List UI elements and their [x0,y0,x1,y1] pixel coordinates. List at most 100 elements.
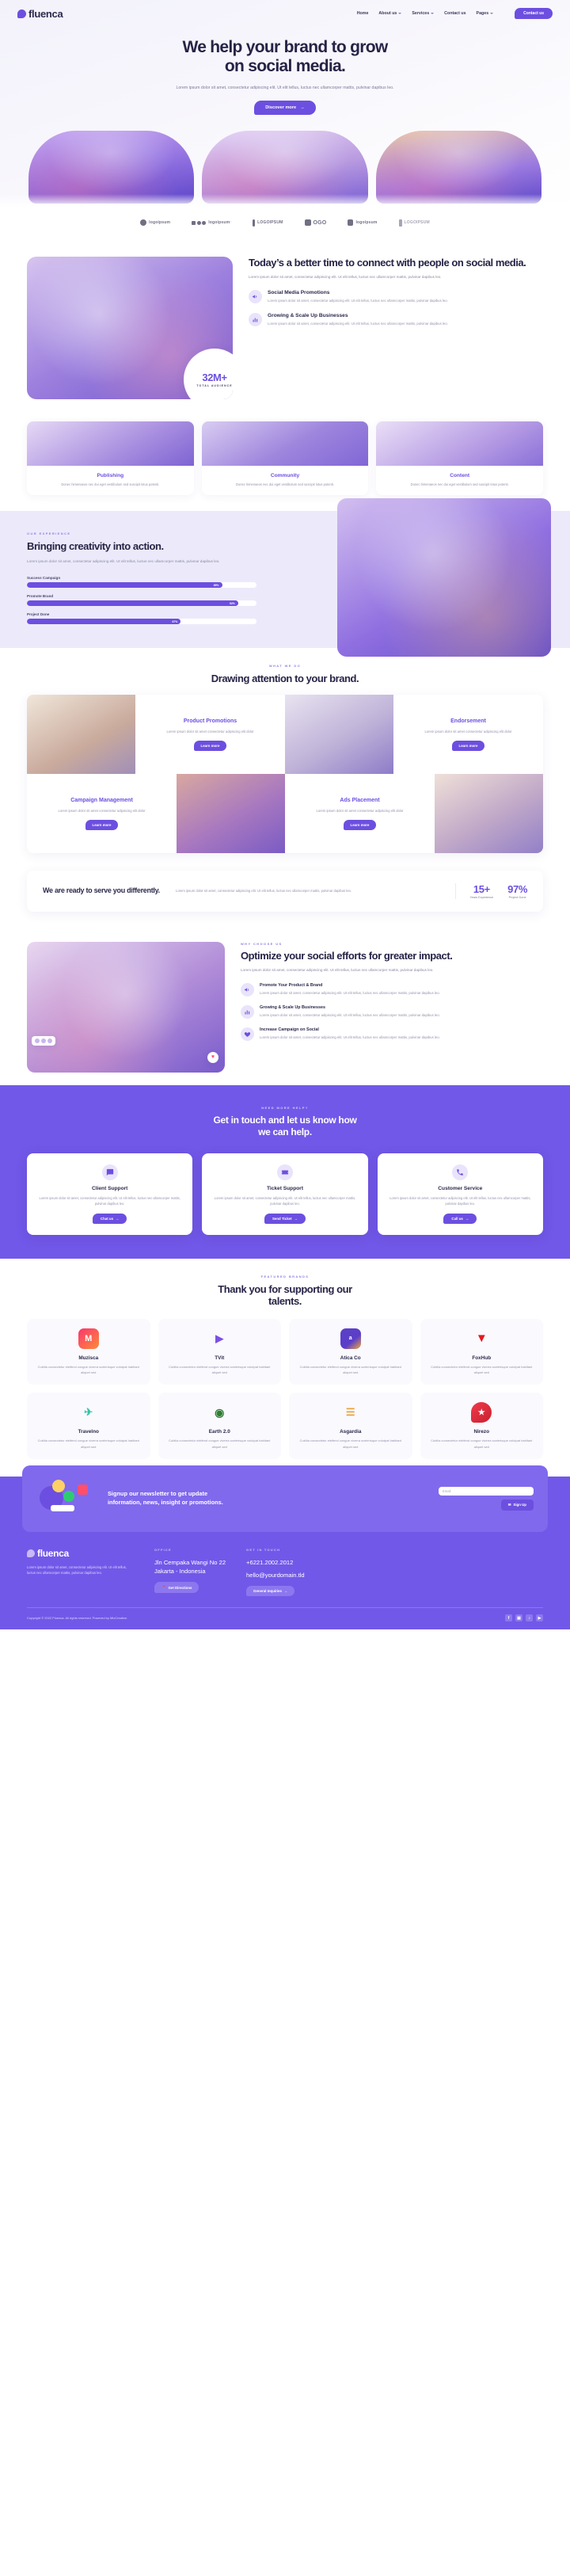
stat-years-experience: 15+ Years Experience [470,883,494,899]
newsletter-email-input[interactable]: Email [439,1486,534,1496]
phone-icon [452,1164,469,1181]
avatar [41,1038,46,1043]
asgardia-logo-icon: ☰ [345,1406,355,1419]
landing-page: fluenca Home About us Services Contact u… [0,0,570,1630]
service-card-content[interactable]: Content Donec himenaeos nec dui eget ves… [376,421,544,496]
learn-more-button[interactable]: Learn more [193,741,227,752]
nav-links: Home About us Services Contact us Pages … [357,8,553,19]
chat-us-button[interactable]: Chat us → [92,1213,127,1224]
featured-eyebrow: FEATURED BRANDS [260,1274,310,1278]
learn-more-button[interactable]: Learn more [343,820,377,831]
hero-section: fluenca Home About us Services Contact u… [0,0,570,211]
client-logo-5: logoipsum [348,219,377,227]
nav-contact-button[interactable]: Contact us [515,8,553,19]
brand-card-travelno[interactable]: ✈ Travelno Cubilia consectetur eleifend … [27,1393,150,1459]
client-logo-label: logoipsum· [208,220,232,226]
learn-more-button[interactable]: Learn more [85,820,119,831]
mail-icon: ✉ [507,1502,511,1507]
bar-chart-icon [241,1004,254,1019]
brand-name: Asgardia [340,1429,362,1435]
nav-item-about-us[interactable]: About us [378,11,402,16]
footer-columns: fluenca Lorem ipsum dolor sit amet, cons… [0,1543,570,1597]
button-label: Sign Up [513,1503,526,1507]
button-label: Send Ticket [272,1216,292,1221]
featured-header: FEATURED BRANDS Thank you for supporting… [0,1259,570,1308]
fan-icon [398,219,402,227]
brand-card-nirezo[interactable]: ★ Nirezo Cubilia consectetur eleifend co… [420,1393,543,1459]
feature-title: Growing & Scale Up Businesses [260,1004,325,1010]
facebook-icon[interactable]: f [505,1614,512,1622]
nav-item-services[interactable]: Services [412,11,435,16]
why-feature-3: Increase Campaign on Social Lorem ipsum … [241,1027,543,1041]
hero-title-line1: We help your brand to grow [182,38,388,56]
bar-label: Promote Brand [27,594,54,599]
tvit-logo-icon: ▶ [215,1332,224,1344]
footer-logo[interactable]: fluenca [27,1548,134,1559]
get-directions-button[interactable]: 📍 Get Directions [154,1582,200,1594]
location-pin-icon: 📍 [162,1585,166,1590]
arrow-right-icon: → [300,105,305,110]
arrow-right-icon: → [465,1216,469,1221]
brand-card-tvit[interactable]: ▶ TVit Cubilia consectetur eleifend cong… [158,1318,281,1385]
service-card-community[interactable]: Community Donec himenaeos nec dui eget v… [201,421,369,496]
stat-number: 15+ [473,882,490,895]
client-logo-1: logoipsum [140,219,170,227]
tiktok-icon[interactable]: ♪ [526,1614,533,1622]
copyright-text: Copyright © 2022 Fluenca. All rights res… [27,1616,128,1621]
general-inquiries-button[interactable]: General Inquiries → [246,1586,295,1597]
nav-label: Services [412,11,430,16]
footer-phone[interactable]: +6221.2002.2012 [246,1558,305,1567]
learn-more-button[interactable]: Learn more [451,741,485,752]
today-paragraph: Lorem ipsum dolor sit amet, consectetur … [249,275,442,280]
cell-text: Lorem ipsum dolor sit amet consectetur a… [58,808,146,813]
card-title: Content [450,472,470,478]
nav-item-home[interactable]: Home [357,11,369,16]
nav-item-pages[interactable]: Pages [477,11,494,16]
travelno-logo-icon: ✈ [84,1406,93,1419]
today-feature-2: Growing & Scale Up Businesses Lorem ipsu… [249,312,543,327]
cell-text: Lorem ipsum dolor sit amet consectetur a… [424,729,512,734]
bars-icon [253,219,256,227]
feature-text: Lorem ipsum dolor sit amet, consectetur … [260,1012,440,1017]
newsletter-signup-button[interactable]: ✉ Sign Up [500,1499,534,1511]
heart-icon [241,1027,254,1041]
nav-item-contact-us[interactable]: Contact us [444,11,466,16]
instagram-icon[interactable]: ▣ [515,1614,522,1622]
ready-paragraph: Lorem ipsum dolor sit amet, consectetur … [176,889,352,894]
megaphone-icon [241,982,254,996]
hero-button-label: Discover more [265,105,297,110]
featured-title-line2: talents. [268,1295,302,1308]
hero-photo-3 [375,130,542,204]
footer-email[interactable]: hello@yourdomain.tld [246,1571,305,1580]
card-text: Donec himenaeos nec dui eget vestibulum … [410,482,509,486]
brand-card-asgardia[interactable]: ☰ Asgardia Cubilia consectetur eleifend … [289,1393,412,1459]
contact-card-customer-service[interactable]: Customer Service Lorem ipsum dolor sit a… [377,1153,543,1235]
brand-card-foxhub[interactable]: ▼ FoxHub Cubilia consectetur eleifend co… [420,1318,543,1385]
call-us-button[interactable]: Call us → [443,1213,477,1224]
newsletter-line1: Signup our newsletter to get update [108,1489,208,1497]
experience-paragraph: Lorem ipsum dolor sit amet, consectetur … [27,558,220,563]
nav-label: About us [378,11,397,16]
brand-card-muzisca[interactable]: M Muzisca Cubilia consectetur eleifend c… [27,1318,150,1385]
brand-logo[interactable]: fluenca [17,8,63,20]
hero-title: We help your brand to grow on social med… [0,38,570,77]
service-card-publishing[interactable]: Publishing Donec himenaeos nec dui eget … [27,421,194,496]
contact-card-client-support[interactable]: Client Support Lorem ipsum dolor sit ame… [27,1153,193,1235]
fluenca-logo-icon [27,1549,35,1557]
youtube-icon[interactable]: ▶ [536,1614,543,1622]
brand-card-atica-co[interactable]: a Atica Co Cubilia consectetur eleifend … [289,1318,412,1385]
newsletter-form: Email ✉ Sign Up [439,1486,534,1511]
nav-label: Pages [476,11,489,16]
hero-photo-2 [202,130,368,204]
nav-label: Contact us [444,11,466,16]
cell-product-promotions: Product Promotions Lorem ipsum dolor sit… [135,694,285,774]
send-ticket-button[interactable]: Send Ticket → [264,1213,306,1224]
ticket-icon [276,1164,293,1181]
contact-card-ticket-support[interactable]: Ticket Support Lorem ipsum dolor sit ame… [202,1153,368,1235]
cell-title: Ads Placement [340,797,380,803]
progress-bars: Success Campaign 85% Promote Brand 92% P… [27,576,256,625]
hero-discover-more-button[interactable]: Discover more → [254,100,316,115]
card-title: Publishing [97,472,124,478]
brand-card-earth-20[interactable]: ◉ Earth 2.0 Cubilia consectetur eleifend… [158,1393,281,1459]
service-cards: Publishing Donec himenaeos nec dui eget … [0,412,570,511]
